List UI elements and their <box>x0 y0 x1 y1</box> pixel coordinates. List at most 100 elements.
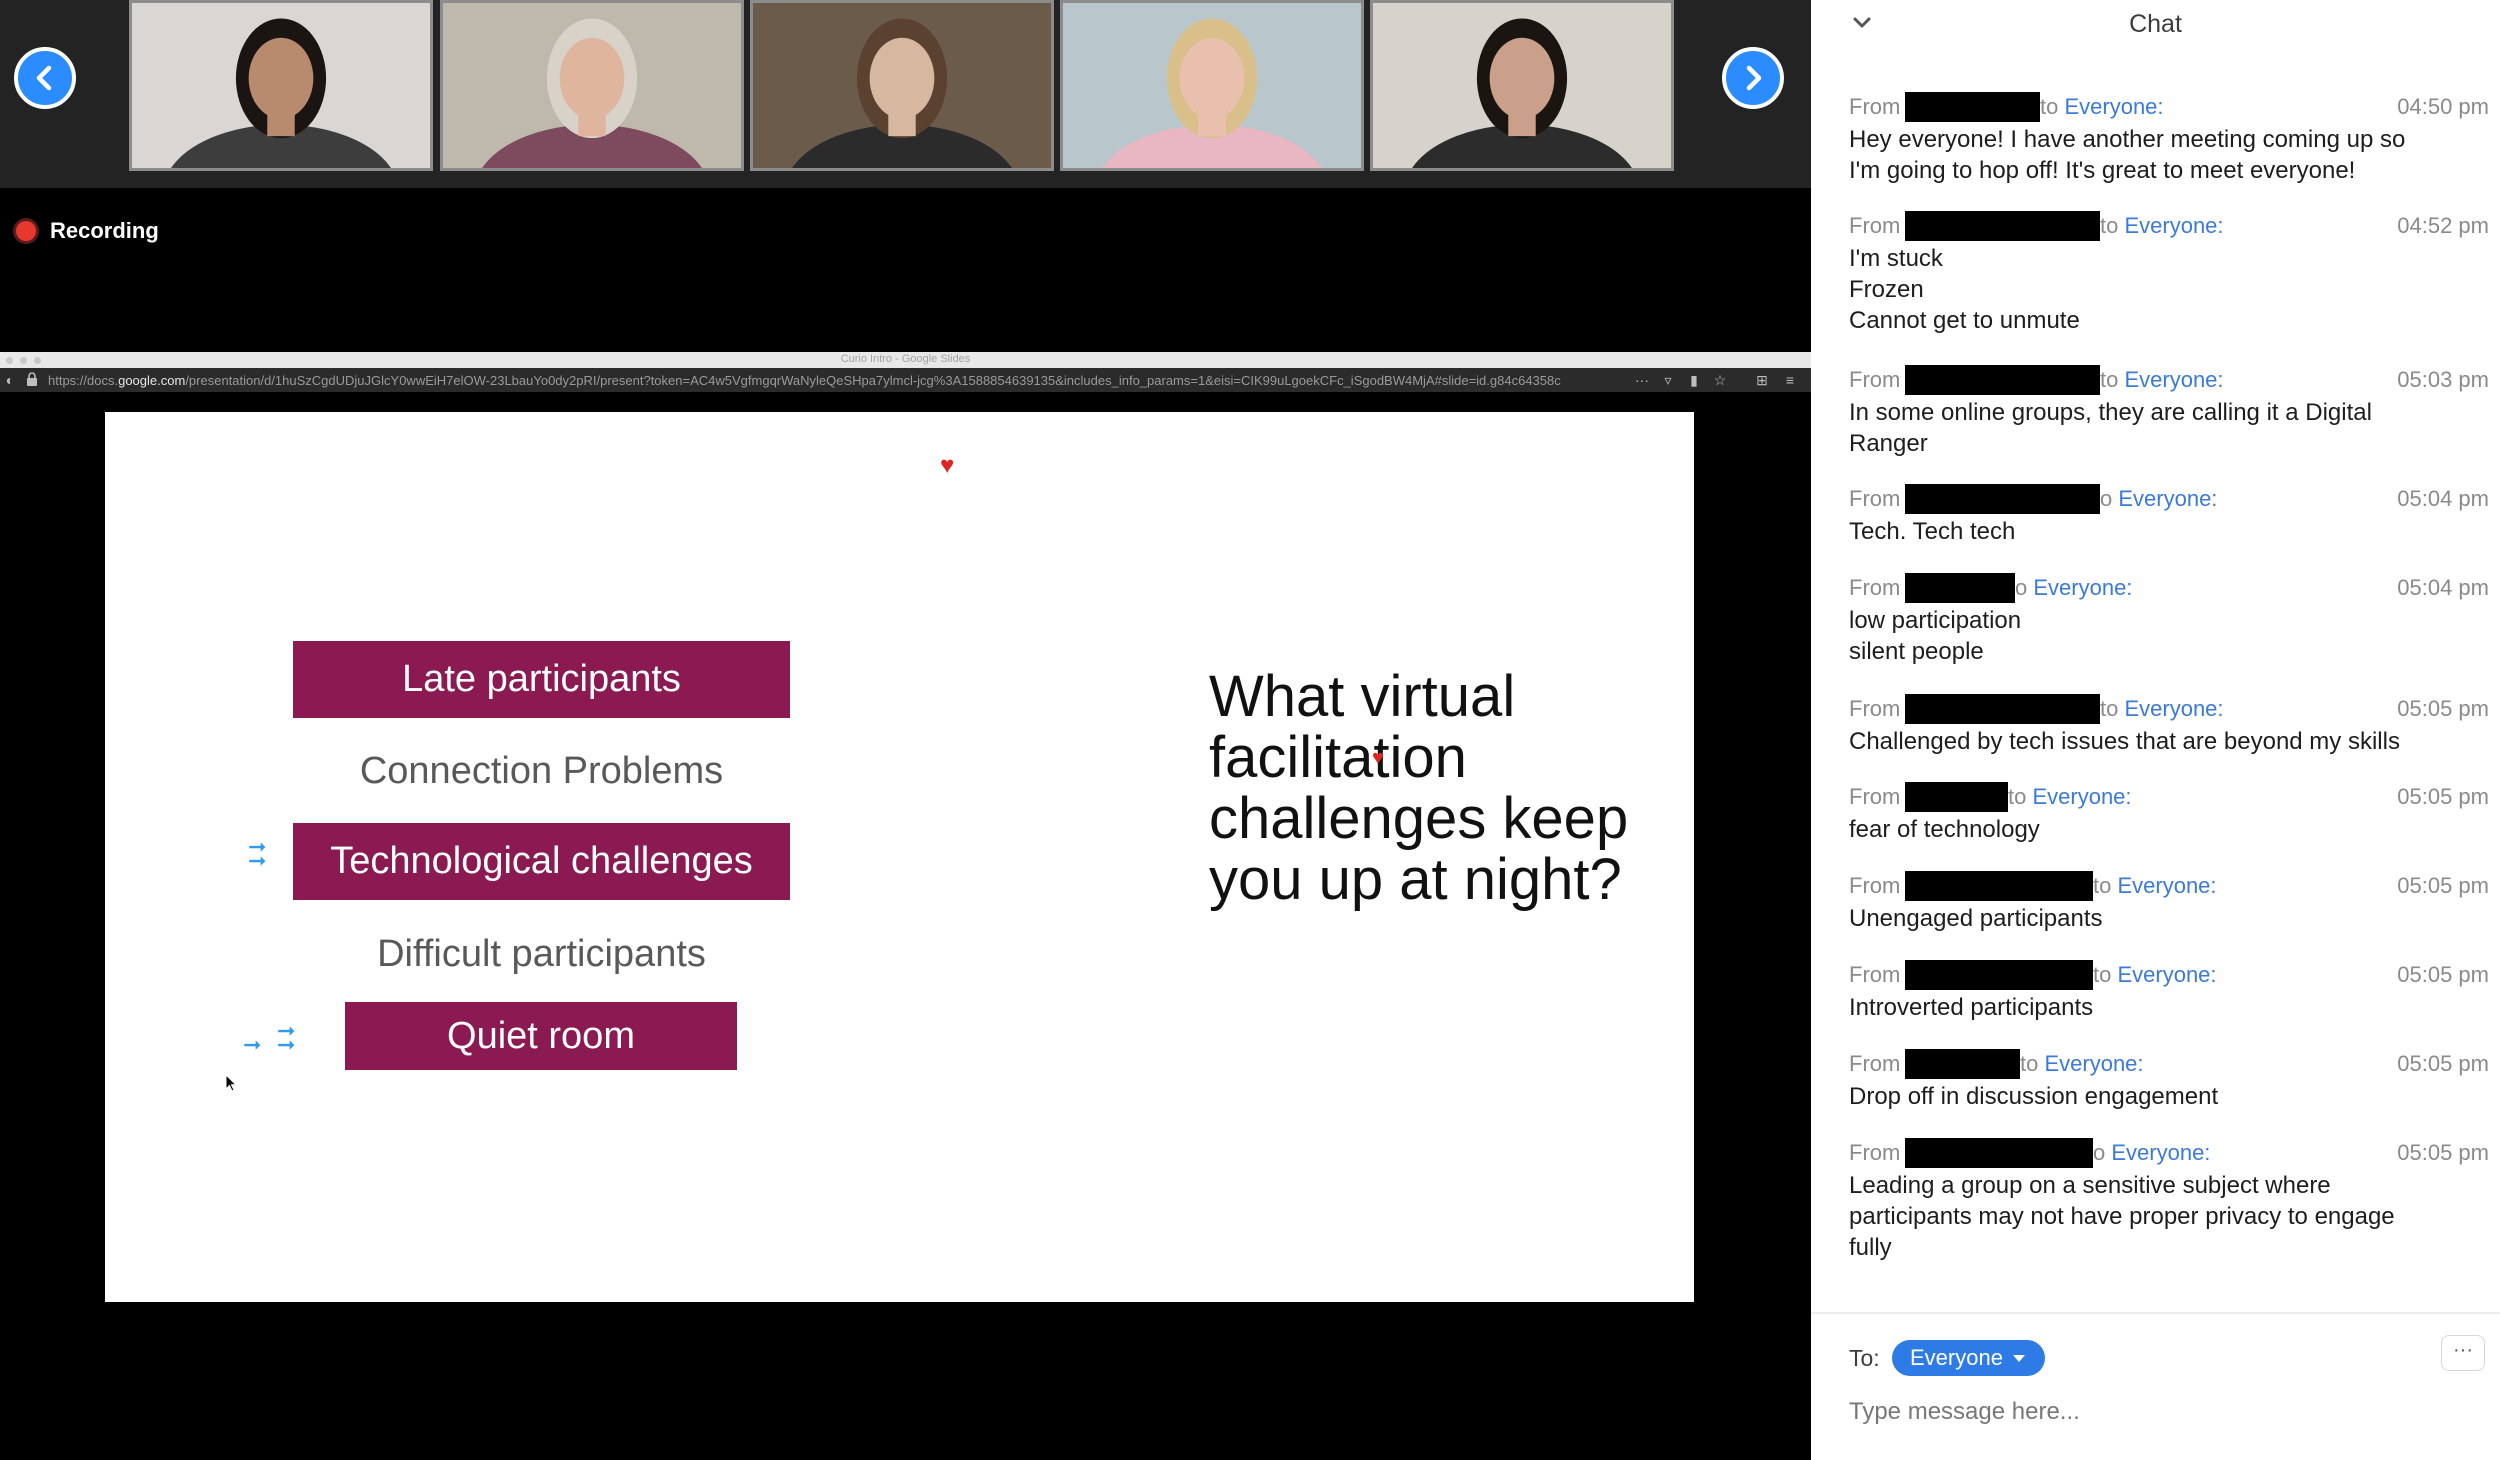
recipient-select[interactable]: Everyone <box>1892 1340 2045 1376</box>
chat-message-body: Unengaged participants <box>1849 905 2103 932</box>
bookmark-star-icon[interactable]: ☆ <box>1712 372 1728 388</box>
chat-panel: Chat From to Everyone: 04:50 pm Hey everyon… <box>1811 0 2500 1460</box>
recording-dot-icon <box>16 221 36 241</box>
message-from-label: From <box>1849 575 1901 600</box>
slide-item-quiet-room: Quiet room <box>345 1002 737 1070</box>
message-timestamp: 05:05 pm <box>2397 873 2489 898</box>
chat-message: From to Everyone: 05:05 pm Introverted part… <box>1849 960 2489 1023</box>
presentation-slide: ♥ Late participants Connection Problems … <box>105 412 1694 1302</box>
message-timestamp: 05:04 pm <box>2397 575 2489 600</box>
message-to-text: o <box>2093 1140 2112 1165</box>
chat-message: From o Everyone: 05:05 pm Leading a group o… <box>1849 1138 2489 1263</box>
chat-message-body: I'm stuck Frozen Cannot get to unmute <box>1849 245 2080 334</box>
participant-video-tile[interactable] <box>440 0 744 171</box>
participant-video-tile[interactable] <box>1060 0 1364 171</box>
message-recipient[interactable]: Everyone: <box>2032 784 2131 809</box>
message-to-label: to Everyone: <box>2100 696 2224 722</box>
recipient-select-value: Everyone <box>1910 1345 2003 1370</box>
message-to-text: to <box>2093 962 2118 987</box>
url-path: /presentation/d/1huSzCgdUDjuJGlcY0wwEiH7… <box>185 373 1561 388</box>
menu-icon[interactable]: ≡ <box>1782 372 1798 388</box>
message-recipient[interactable]: Everyone: <box>2064 94 2163 119</box>
chat-message-body: Introverted participants <box>1849 994 2094 1021</box>
message-timestamp: 05:05 pm <box>2397 784 2489 809</box>
participant-gallery-strip <box>0 0 1811 188</box>
redacted-sender-name <box>1905 211 2100 241</box>
previous-page-button[interactable] <box>14 47 76 109</box>
redacted-sender-name <box>1905 573 2015 603</box>
message-timestamp: 05:03 pm <box>2397 367 2489 392</box>
arrow-right-icon: ➞ ➞ <box>277 1018 296 1057</box>
message-to-text: o <box>2015 575 2034 600</box>
message-recipient[interactable]: Everyone: <box>2117 873 2216 898</box>
browser-address-bar[interactable]: ◐ https://docs.google.com/presentation/d… <box>0 368 1811 392</box>
next-page-button[interactable] <box>1722 47 1784 109</box>
redacted-sender-name <box>1905 365 2100 395</box>
recording-label: Recording <box>50 218 159 243</box>
message-from-label: From <box>1849 696 1901 721</box>
chat-message-body: In some online groups, they are calling … <box>1849 399 2372 457</box>
chat-message-header: From o Everyone: 05:04 pm <box>1849 484 2489 516</box>
participant-video-icon <box>1373 3 1671 168</box>
arrow-right-icon: ➞ ➞ <box>248 834 267 873</box>
chat-more-options-button[interactable]: ··· <box>2441 1335 2485 1371</box>
mouse-cursor-icon <box>225 1074 238 1092</box>
message-timestamp: 05:04 pm <box>2397 486 2489 511</box>
participant-video-icon <box>1063 3 1361 168</box>
recording-indicator[interactable]: Recording <box>16 218 159 244</box>
message-from-label: From <box>1849 367 1901 392</box>
message-recipient[interactable]: Everyone: <box>2124 696 2223 721</box>
url-domain: google.com <box>118 373 186 388</box>
chat-message-input[interactable] <box>1849 1392 2469 1432</box>
chat-message-body: Hey everyone! I have another meeting com… <box>1849 126 2406 184</box>
message-recipient[interactable]: Everyone: <box>2118 486 2217 511</box>
slide-item-technological-challenges: Technological challenges <box>293 823 790 900</box>
message-recipient[interactable]: Everyone: <box>2124 213 2223 238</box>
redacted-sender-name <box>1905 871 2093 901</box>
chat-message: From to Everyone: 05:05 pm Unengaged partic… <box>1849 871 2489 934</box>
participant-video-tile[interactable] <box>129 0 433 171</box>
slide-item-late-participants: Late participants <box>293 641 790 718</box>
message-to-text: to <box>2008 784 2033 809</box>
participant-video-tile[interactable] <box>750 0 1054 171</box>
redacted-sender-name <box>1905 484 2100 514</box>
url-prefix: https://docs. <box>48 373 119 388</box>
message-recipient[interactable]: Everyone: <box>2124 367 2223 392</box>
shield-icon[interactable]: ◐ <box>2 372 18 388</box>
chat-divider <box>1811 1312 2500 1314</box>
chat-message: From o Everyone: 05:04 pm low participation… <box>1849 573 2489 667</box>
message-to-label: o Everyone: <box>2093 1140 2210 1166</box>
message-from-label: From <box>1849 1140 1901 1165</box>
message-to-label: to Everyone: <box>2040 94 2164 120</box>
participant-video-icon <box>132 3 430 168</box>
message-from-label: From <box>1849 94 1901 119</box>
chat-message-body: low participation silent people <box>1849 607 2022 665</box>
extensions-icon[interactable]: ⊞ <box>1754 372 1770 388</box>
message-to-text: to <box>2100 696 2125 721</box>
arrow-right-icon: ➞ <box>243 1032 262 1057</box>
heart-reaction-icon: ♥ <box>940 452 955 479</box>
redacted-sender-name <box>1905 694 2100 724</box>
chat-message-body: fear of technology <box>1849 816 2040 843</box>
message-timestamp: 04:52 pm <box>2397 213 2489 238</box>
message-to-label: o Everyone: <box>2015 575 2132 601</box>
reader-view-icon[interactable]: ▮ <box>1686 372 1702 388</box>
message-recipient[interactable]: Everyone: <box>2117 962 2216 987</box>
message-to-label: to Everyone: <box>2093 873 2217 899</box>
chat-message-header: From o Everyone: 05:05 pm <box>1849 1138 2489 1170</box>
browser-url[interactable]: https://docs.google.com/presentation/d/1… <box>48 373 1628 388</box>
message-to-text: o <box>2100 486 2119 511</box>
message-recipient[interactable]: Everyone: <box>2033 575 2132 600</box>
participant-video-icon <box>753 3 1051 168</box>
heart-reaction-icon: ♥ <box>1372 747 1384 769</box>
pocket-icon[interactable]: ▿ <box>1660 372 1676 388</box>
message-timestamp: 04:50 pm <box>2397 94 2489 119</box>
more-actions-icon[interactable]: ··· <box>1634 372 1650 388</box>
message-recipient[interactable]: Everyone: <box>2044 1051 2143 1076</box>
participant-video-tile[interactable] <box>1370 0 1674 171</box>
chat-message-header: From to Everyone: 04:52 pm <box>1849 211 2489 243</box>
chat-message: From to Everyone: 05:03 pm In some online g… <box>1849 365 2489 459</box>
redacted-sender-name <box>1905 1138 2093 1168</box>
message-recipient[interactable]: Everyone: <box>2111 1140 2210 1165</box>
chat-message-header: From to Everyone: 05:05 pm <box>1849 1049 2489 1081</box>
